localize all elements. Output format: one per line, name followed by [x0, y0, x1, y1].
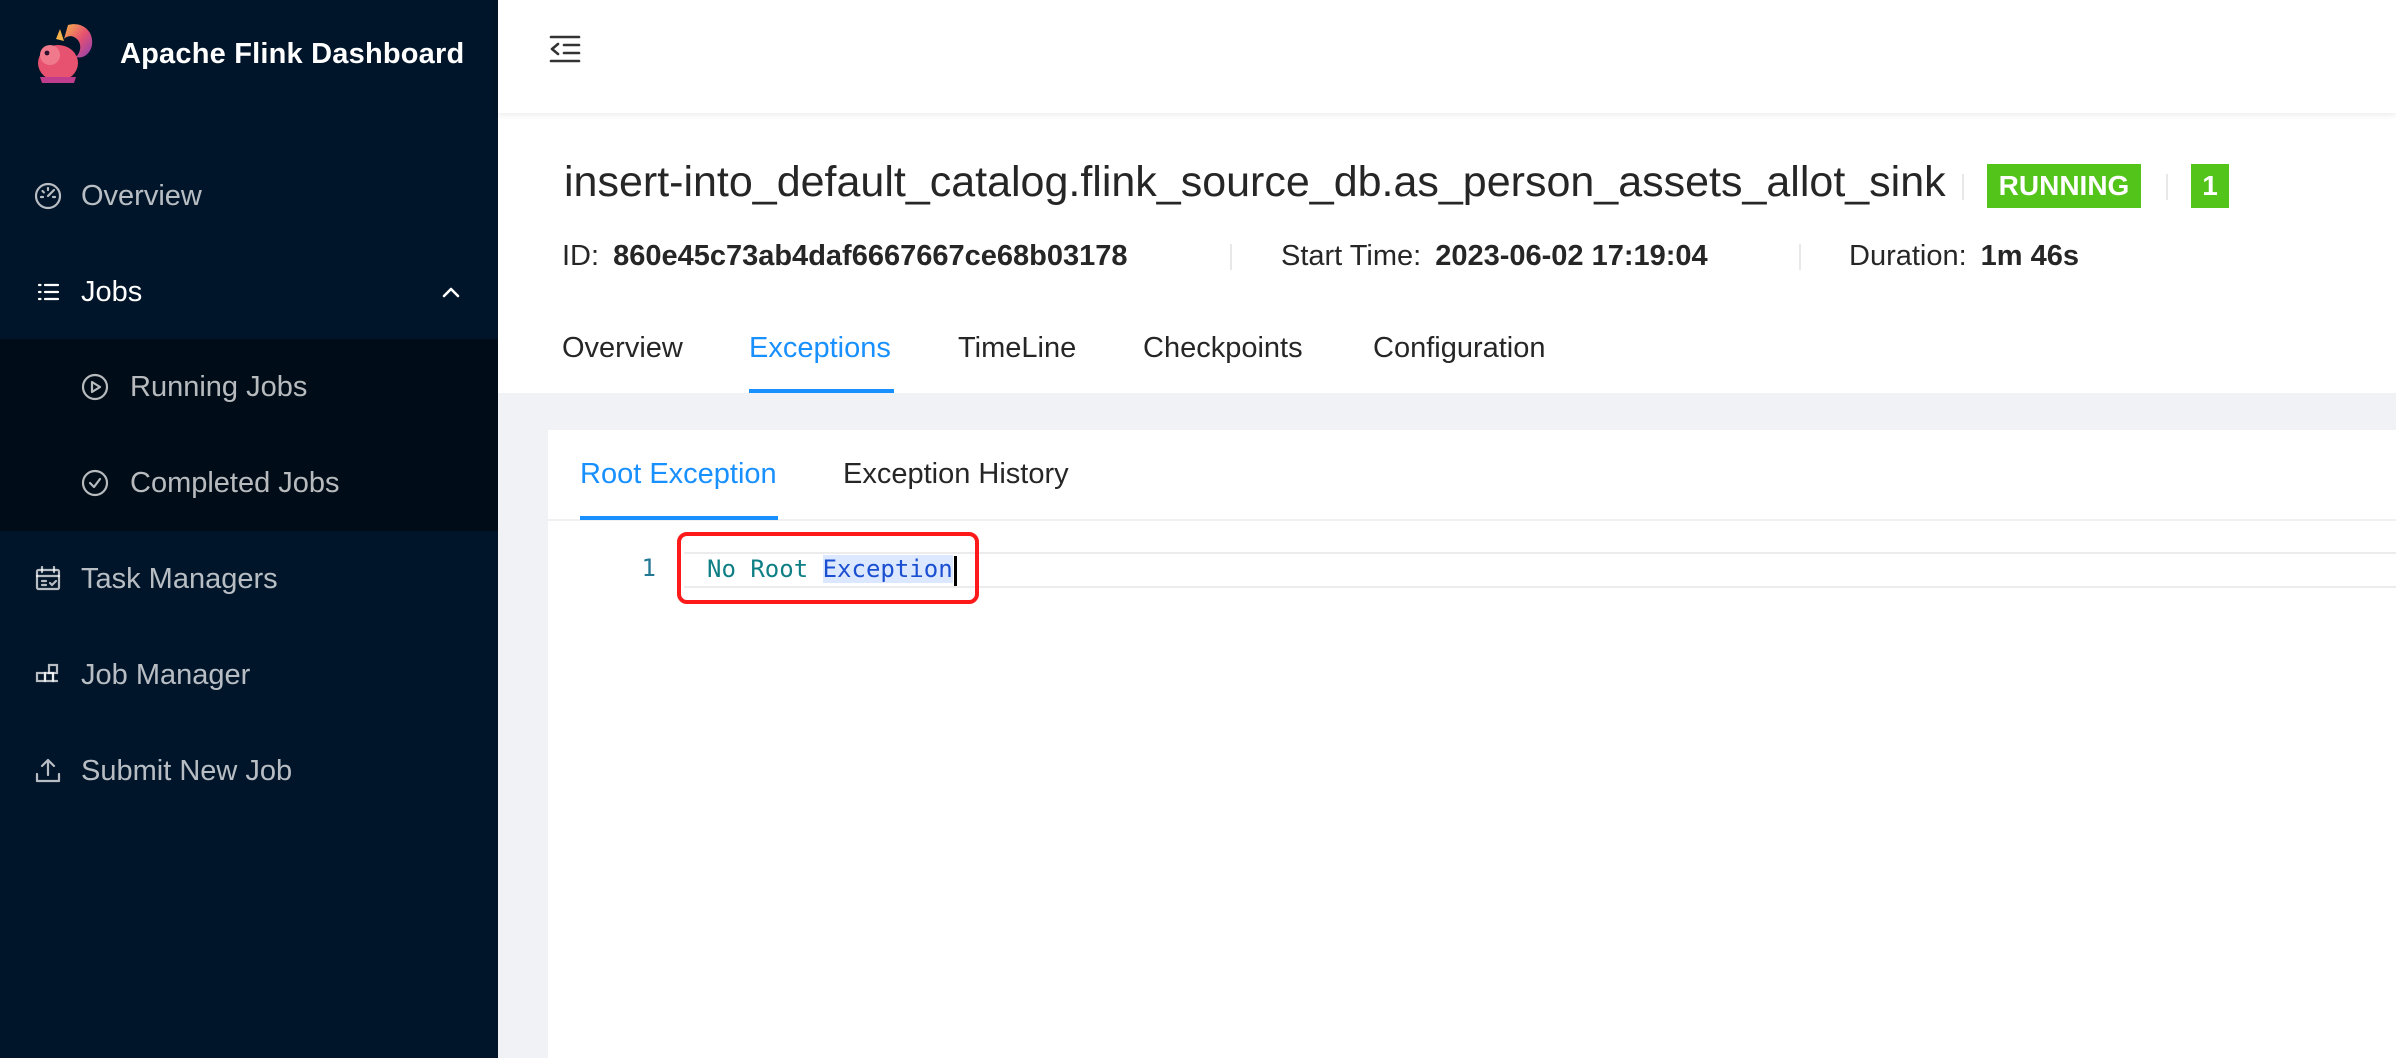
job-id-label: ID: — [562, 240, 600, 272]
sidebar-item-job-manager[interactable]: Job Manager — [0, 627, 498, 723]
sidebar-item-overview[interactable]: Overview — [0, 148, 498, 244]
annotation-highlight-box — [677, 532, 979, 604]
sidebar-item-task-managers[interactable]: Task Managers — [0, 531, 498, 627]
line-number: 1 — [641, 554, 656, 582]
task-count-badge: 1 — [2191, 164, 2229, 208]
sidebar-item-label: Task Managers — [81, 562, 278, 595]
app-title: Apache Flink Dashboard — [120, 37, 465, 70]
status-badge: RUNNING — [1987, 164, 2141, 208]
sidebar-item-running-jobs[interactable]: Running Jobs — [0, 339, 498, 435]
duration-value: 1m 46s — [1980, 240, 2080, 272]
start-time-label: Start Time: — [1281, 240, 1422, 272]
tabs-divider — [548, 519, 2396, 521]
tab-root-exception[interactable]: Root Exception — [580, 458, 777, 491]
sidebar-item-jobs[interactable]: Jobs — [0, 244, 498, 340]
app-root: Apache Flink Dashboard Overview Jobs Run… — [0, 0, 2396, 1058]
sidebar-item-label: Job Manager — [81, 658, 251, 691]
sidebar-item-submit-new-job[interactable]: Submit New Job — [0, 723, 498, 819]
active-subtab-indicator — [580, 516, 778, 520]
job-start-time: Start Time: 2023-06-02 17:19:04 — [1281, 240, 1708, 273]
flink-squirrel-logo-icon — [38, 24, 93, 83]
tab-exception-history[interactable]: Exception History — [843, 458, 1069, 491]
divider — [2166, 174, 2168, 200]
job-id: ID: 860e45c73ab4daf6667667ce68b03178 — [562, 240, 1127, 273]
sidebar-item-label: Jobs — [81, 275, 143, 308]
dashboard-icon — [34, 182, 62, 210]
sidebar-item-label: Completed Jobs — [130, 466, 340, 499]
sidebar-item-completed-jobs[interactable]: Completed Jobs — [0, 435, 498, 531]
top-header — [498, 0, 2396, 113]
job-id-value: 860e45c73ab4daf6667667ce68b03178 — [613, 240, 1128, 272]
tab-timeline[interactable]: TimeLine — [958, 332, 1076, 365]
sidebar-item-label: Running Jobs — [130, 370, 308, 403]
duration-label: Duration: — [1849, 240, 1967, 272]
brand[interactable]: Apache Flink Dashboard — [30, 12, 464, 96]
menu-fold-icon[interactable] — [548, 32, 582, 66]
divider — [1230, 244, 1232, 270]
job-name: insert-into_default_catalog.flink_source… — [564, 158, 1946, 206]
start-time-value: 2023-06-02 17:19:04 — [1435, 240, 1708, 272]
exceptions-card — [548, 430, 2396, 1058]
schedule-icon — [35, 565, 61, 591]
sidebar: Apache Flink Dashboard Overview Jobs Run… — [0, 0, 498, 1058]
tab-checkpoints[interactable]: Checkpoints — [1143, 332, 1303, 365]
job-duration: Duration: 1m 46s — [1849, 240, 2079, 273]
divider — [1799, 244, 1801, 270]
sidebar-item-label: Submit New Job — [81, 754, 293, 787]
play-circle-icon — [81, 373, 109, 401]
chevron-up-icon[interactable] — [438, 279, 464, 305]
build-icon — [35, 663, 59, 683]
tab-overview[interactable]: Overview — [562, 332, 683, 365]
tab-configuration[interactable]: Configuration — [1373, 332, 1546, 365]
upload-icon — [35, 758, 61, 783]
divider — [1962, 174, 1964, 200]
jobs-submenu: Running Jobs Completed Jobs — [0, 339, 498, 531]
check-circle-icon — [81, 469, 109, 497]
sidebar-item-label: Overview — [81, 179, 202, 212]
list-icon — [37, 283, 60, 301]
tab-exceptions[interactable]: Exceptions — [749, 332, 891, 365]
